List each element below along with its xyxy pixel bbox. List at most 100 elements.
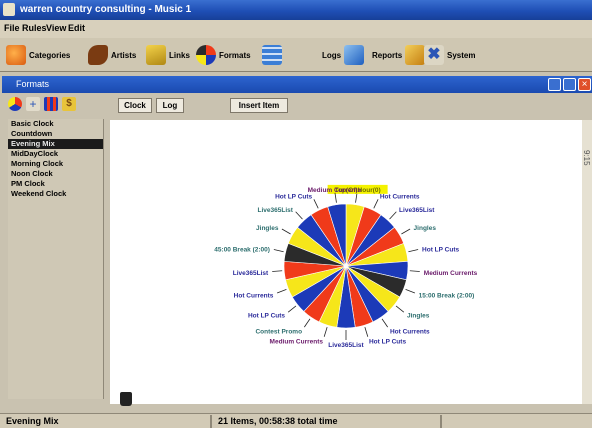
clock-item-label[interactable]: 45:00 Break (2:00) (214, 247, 270, 254)
clock-item-label[interactable]: Hot LP Cuts (422, 247, 459, 254)
clock-item-label[interactable]: Live365List (233, 270, 269, 277)
clock-list-item-selected[interactable]: Evening Mix (8, 139, 103, 149)
clock-leader-line (334, 192, 337, 203)
clock-item-label[interactable]: Hot LP Cuts (369, 339, 406, 346)
links-icon (146, 45, 166, 65)
side-time-text: 9:15 (582, 150, 591, 166)
clock-list-item[interactable]: Weekend Clock (8, 189, 103, 199)
app-icon (3, 3, 15, 16)
close-button[interactable]: × (578, 78, 591, 91)
insert-item-button[interactable]: Insert Item (230, 98, 288, 113)
clock-leader-line (373, 199, 379, 209)
grid-small-icon[interactable] (44, 97, 58, 111)
app-title-bar[interactable]: warren country consulting - Music 1 (0, 0, 592, 20)
categories-icon (6, 45, 26, 65)
formats-mini-icon[interactable] (8, 97, 22, 111)
tab-log[interactable]: Log (156, 98, 184, 113)
menu-view[interactable]: View (46, 23, 66, 33)
clock-item-label[interactable]: Jingles (414, 225, 437, 232)
clock-item-label[interactable]: Medium Currents (270, 339, 324, 346)
tools-icon: ✖ (424, 45, 444, 65)
clock-leader-line (355, 192, 358, 203)
formats-icon (196, 45, 216, 65)
clock-leader-line (405, 289, 416, 294)
clock-leader-line (364, 327, 369, 337)
clock-item-label[interactable]: Hot LP Cuts (275, 194, 312, 201)
clock-item-label[interactable]: Hot Currents (380, 194, 420, 201)
toolbar-formats-button[interactable]: Formats (196, 43, 251, 67)
clock-leader-line (389, 211, 397, 220)
toolbar-categories-label: Categories (29, 50, 71, 60)
toolbar-links-button[interactable]: Links (146, 43, 190, 67)
clock-leader-line (276, 289, 287, 294)
formats-window: Formats × + $ Clock Log Insert Item Basi… (2, 76, 592, 428)
toolbar-artists-button[interactable]: Artists (88, 43, 136, 67)
clock-item-label[interactable]: Live365List (328, 342, 364, 349)
clock-item-label[interactable]: Medium Currents (308, 187, 362, 194)
app-title: warren country consulting - Music 1 (20, 4, 192, 15)
trash-icon[interactable] (120, 392, 132, 406)
clock-list-item[interactable]: PM Clock (8, 179, 103, 189)
clock-leader-line (401, 228, 411, 235)
toolbar-artists-label: Artists (111, 50, 137, 60)
clock-leader-line (295, 211, 303, 220)
toolbar-logs-button[interactable]: Logs (322, 43, 365, 67)
menu-rules[interactable]: Rules (22, 23, 47, 33)
status-summary: 21 Items, 00:58:38 total time (218, 416, 338, 426)
tab-clock[interactable]: Clock (118, 98, 152, 113)
clock-item-label[interactable]: Hot LP Cuts (248, 313, 285, 320)
clock-leader-line (272, 270, 283, 272)
clock-list-item[interactable]: Morning Clock (8, 159, 103, 169)
clock-item-label[interactable]: Live365List (258, 207, 294, 214)
toolbar-reports-button[interactable]: Reports (372, 43, 426, 67)
status-separator (440, 415, 442, 428)
add-item-icon[interactable]: + (26, 97, 40, 111)
clock-item-label[interactable]: 15:00 Break (2:00) (419, 292, 475, 299)
clock-leader-line (323, 327, 328, 337)
status-clock-name: Evening Mix (6, 416, 59, 426)
clock-leader-line (281, 228, 291, 235)
maximize-button[interactable] (563, 78, 576, 91)
formats-subtoolbar: + $ Clock Log Insert Item (2, 93, 592, 117)
clock-leader-line (287, 305, 297, 313)
clock-leader-line (303, 318, 311, 328)
clock-item-label[interactable]: Jingles (256, 225, 279, 232)
formats-window-title: Formats (16, 79, 50, 89)
clock-canvas[interactable]: Top(Of)Hour(0) Hot Currents Live365List Jin… (110, 120, 582, 404)
clock-leader-line (381, 318, 389, 328)
reports-icon (405, 45, 426, 65)
toolbar-links-label: Links (169, 50, 190, 60)
clock-item-label[interactable]: Hot Currents (390, 328, 430, 335)
formats-window-title-bar[interactable]: Formats × (2, 76, 592, 93)
artist-icon (88, 45, 108, 65)
toolbar-reports-label: Reports (372, 50, 403, 60)
clock-item-label[interactable]: Jingles (407, 313, 430, 320)
toolbar-grid-button[interactable] (262, 43, 282, 67)
status-separator (210, 415, 212, 428)
main-toolbar: Categories Artists Links Formats Logs Re… (0, 38, 592, 72)
toolbar-categories-button[interactable]: Categories (6, 43, 70, 67)
logs-icon (344, 45, 365, 65)
clock-item-label[interactable]: Medium Currents (424, 270, 478, 277)
clock-list-item[interactable]: Noon Clock (8, 169, 103, 179)
minimize-button[interactable] (548, 78, 561, 91)
right-panel-strip: 9:15 (582, 120, 592, 404)
clock-item-label[interactable]: Live365List (399, 207, 435, 214)
grid-icon (262, 45, 282, 65)
toolbar-formats-label: Formats (219, 50, 251, 60)
clock-list-item[interactable]: Basic Clock (8, 119, 103, 129)
clock-list: Basic Clock Countdown Evening Mix MidDay… (8, 119, 104, 399)
clock-list-item[interactable]: MidDayClock (8, 149, 103, 159)
clock-item-label[interactable]: Contest Promo (255, 328, 302, 335)
format-clock-chart[interactable]: Top(Of)Hour(0)Hot CurrentsLive365ListJin… (110, 120, 582, 404)
menu-edit[interactable]: Edit (68, 23, 85, 33)
toolbar-system-button[interactable]: ✖ System (424, 43, 475, 67)
clock-leader-line (408, 249, 419, 253)
clock-leader-line (273, 249, 284, 253)
clock-leader-line (313, 199, 319, 209)
clock-list-item[interactable]: Countdown (8, 129, 103, 139)
money-icon[interactable]: $ (62, 97, 76, 111)
clock-leader-line (395, 305, 405, 313)
clock-item-label[interactable]: Hot Currents (234, 292, 274, 299)
menu-file[interactable]: File (4, 23, 20, 33)
